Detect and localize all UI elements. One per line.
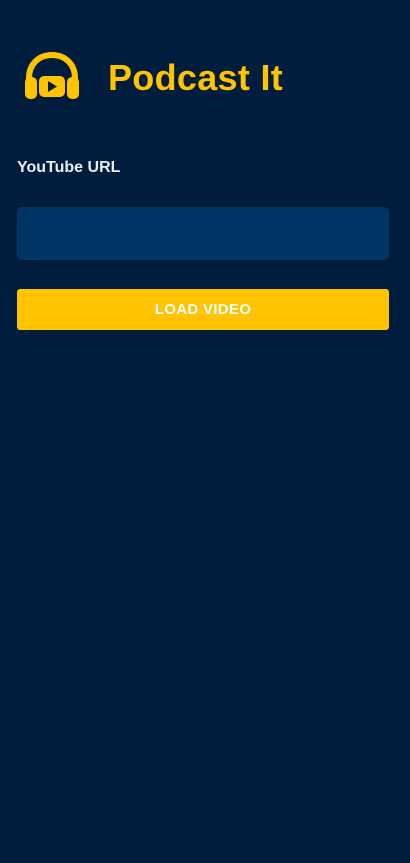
youtube-url-input[interactable] <box>17 207 389 260</box>
headphones-play-icon <box>25 51 79 99</box>
load-video-button[interactable]: LOAD VIDEO <box>17 289 389 330</box>
app-title: Podcast It <box>108 57 284 98</box>
app-header: Podcast It <box>22 50 283 106</box>
youtube-url-label: YouTube URL <box>17 159 121 176</box>
